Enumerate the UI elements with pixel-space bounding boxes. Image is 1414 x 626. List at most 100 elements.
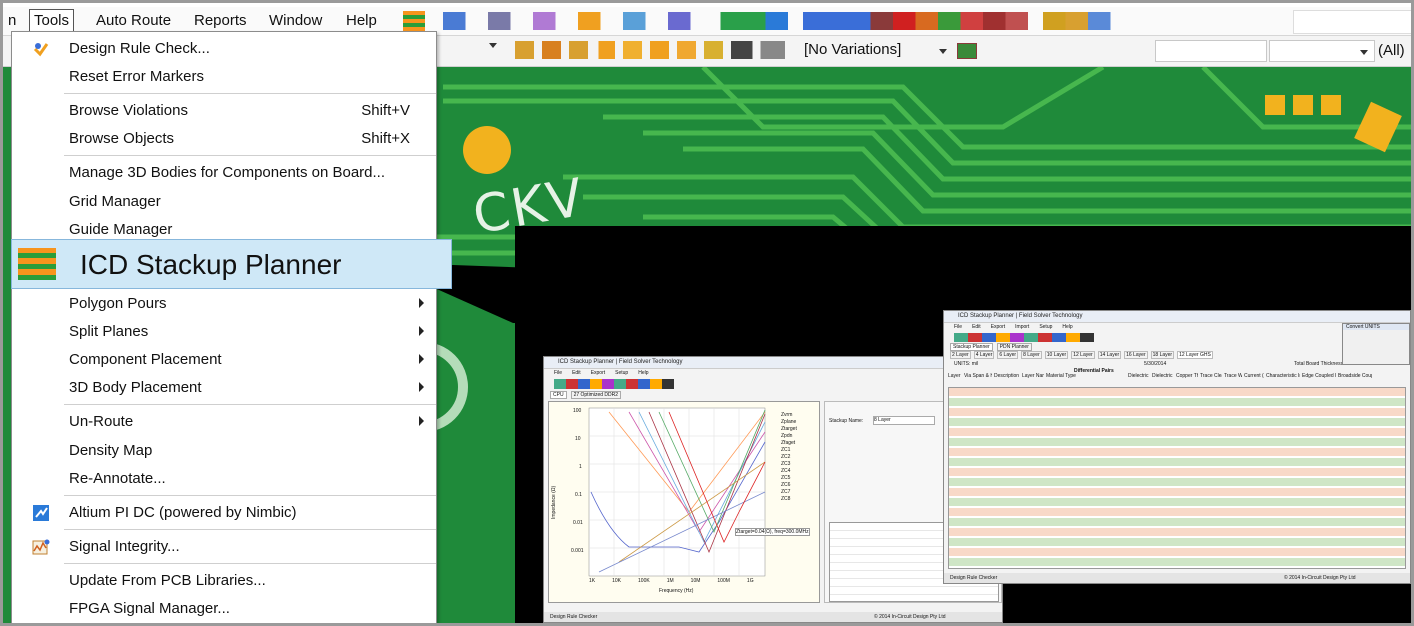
menu-item-altium-pi-dc[interactable]: Altium PI DC (powered by Nimbic)	[12, 499, 436, 527]
menu-item-label: ICD Stackup Planner	[80, 249, 342, 280]
column-header: Dielectric Constant	[1128, 373, 1150, 379]
tools-menu: Design Rule Check... Reset Error Markers…	[11, 31, 437, 623]
convert-units-dialog[interactable]: Convert UNITS	[1342, 323, 1410, 365]
legend-item: ZC6	[781, 482, 791, 488]
tab-stackup-planner[interactable]: Stackup Planner	[950, 343, 993, 351]
variations-dropdown[interactable]: [No Variations]	[800, 39, 950, 61]
menu-item-3d-body-placement[interactable]: 3D Body Placement	[12, 374, 436, 402]
menu-item-re-annotate[interactable]: Re-Annotate...	[12, 465, 436, 493]
menu-tools[interactable]: Tools	[29, 9, 75, 33]
menu-item-label: Guide Manager	[69, 221, 173, 238]
layer-tab[interactable]: 16 Layer	[1124, 351, 1148, 359]
menu-import[interactable]: Import	[1015, 324, 1029, 330]
menu-auto-route[interactable]: Auto Route	[96, 12, 171, 29]
status-text: Design Rule Checker	[550, 614, 598, 620]
tab-cpu[interactable]: CPU	[550, 391, 567, 399]
chevron-down-icon[interactable]	[939, 49, 947, 54]
layer-tab[interactable]: 2 Layer	[950, 351, 971, 359]
status-bar: Design Rule Checker © 2014 In-Circuit De…	[944, 573, 1410, 583]
menu-item-label: Manage 3D Bodies for Components on Board…	[69, 164, 386, 181]
legend-item: ZC3	[781, 461, 791, 467]
menu-item-label: Altium PI DC (powered by Nimbic)	[69, 504, 297, 521]
menu-help[interactable]: Help	[1062, 324, 1072, 330]
stackup-name-field[interactable]: 8 Layer	[873, 416, 935, 425]
layer-tab[interactable]: 10 Layer	[1044, 351, 1069, 359]
menu-item-label: Component Placement	[69, 351, 222, 368]
menu-window[interactable]: Window	[269, 12, 322, 29]
layer-tab[interactable]: 14 Layer	[1097, 351, 1122, 359]
filter-all-label[interactable]: (All)	[1378, 42, 1405, 59]
layer-tab[interactable]: 12 Layer GHS	[1177, 351, 1213, 359]
stackup-icon[interactable]	[403, 11, 425, 31]
menu-item-design-rule-check[interactable]: Design Rule Check...	[12, 35, 436, 63]
menu-separator	[64, 563, 436, 564]
submenu-arrow-icon	[419, 354, 424, 364]
menu-item-component-placement[interactable]: Component Placement	[12, 346, 436, 374]
menu-item-un-route[interactable]: Un-Route	[12, 408, 436, 436]
menu-help[interactable]: Help	[346, 12, 377, 29]
layer-tab[interactable]: 18 Layer	[1150, 351, 1175, 359]
window-tabs: CPU 27 Optimized DDR2	[550, 391, 622, 399]
menu-export[interactable]: Export	[991, 324, 1005, 330]
window-toolbar[interactable]	[954, 333, 1094, 342]
menu-item-reset-error-markers[interactable]: Reset Error Markers	[12, 63, 436, 91]
menu-item-browse-violations[interactable]: Browse Violations Shift+V	[12, 97, 436, 125]
tab-pdn-planner[interactable]: PDN Planner	[996, 343, 1032, 351]
chevron-down-icon[interactable]	[489, 43, 497, 48]
menu-setup[interactable]: Setup	[615, 370, 628, 376]
menu-item-grid-manager[interactable]: Grid Manager	[12, 188, 436, 216]
legend-item: ZC4	[781, 468, 791, 474]
submenu-arrow-icon	[419, 326, 424, 336]
main-toolbar[interactable]	[443, 12, 1193, 30]
x-ticks: 1K 10K 100K 1M 10M 100M 1G	[589, 578, 754, 584]
menu-item-label: Grid Manager	[69, 193, 161, 210]
chart-cursor-label: Ztarget=0.04(Ω), freq=300.0MHz	[735, 528, 810, 536]
menu-separator	[64, 529, 436, 530]
copyright-text: © 2014 In-Circuit Design Pty Ltd	[874, 614, 946, 620]
window-toolbar[interactable]	[554, 379, 674, 389]
menu-help[interactable]: Help	[638, 370, 648, 376]
placement-tools[interactable]	[515, 41, 785, 59]
menu-item-icd-stackup-planner[interactable]: ICD Stackup Planner	[11, 239, 452, 289]
window-menubar: File Edit Export Import Setup Help	[954, 324, 1073, 330]
menu-item-update-from-pcb-libraries[interactable]: Update From PCB Libraries...	[12, 567, 436, 595]
board-icon[interactable]	[957, 43, 977, 59]
menu-item-shortcut: Shift+X	[361, 130, 410, 147]
pdn-planner-window[interactable]: ICD Stackup Planner | Field Solver Techn…	[543, 356, 1003, 623]
chevron-down-icon[interactable]	[1360, 50, 1368, 55]
layer-tab[interactable]: 4 Layer	[973, 351, 995, 359]
tab-ddr2[interactable]: 27 Optimized DDR2	[570, 391, 622, 399]
layer-tab[interactable]: 6 Layer	[997, 351, 1019, 359]
menu-item-browse-objects[interactable]: Browse Objects Shift+X	[12, 125, 436, 153]
menu-item-split-planes[interactable]: Split Planes	[12, 318, 436, 346]
menu-item-fpga-signal-manager[interactable]: FPGA Signal Manager...	[12, 595, 436, 623]
impedance-plot	[588, 407, 766, 577]
impedance-chart: Impedance (Ω) Frequency (Hz) 100 10 1 0.…	[548, 401, 820, 603]
stackup-planner-window[interactable]: ICD Stackup Planner | Field Solver Techn…	[943, 310, 1411, 584]
stackup-table[interactable]	[948, 387, 1406, 569]
menu-item-manage-3d-bodies[interactable]: Manage 3D Bodies for Components on Board…	[12, 159, 436, 187]
status-text: Design Rule Checker	[950, 575, 998, 581]
filter-dropdown-1[interactable]	[1155, 40, 1267, 62]
menu-item-polygon-pours[interactable]: Polygon Pours	[12, 290, 436, 318]
date-label: 5/30/2014	[1144, 361, 1167, 367]
status-bar: Design Rule Checker © 2014 In-Circuit De…	[544, 612, 1002, 622]
menu-file[interactable]: File	[554, 370, 562, 376]
menu-reports[interactable]: Reports	[194, 12, 247, 29]
menu-edit[interactable]: Edit	[572, 370, 581, 376]
menu-item-label: Update From PCB Libraries...	[69, 572, 266, 589]
menu-file[interactable]: File	[954, 324, 962, 330]
menu-export[interactable]: Export	[591, 370, 605, 376]
window-title: ICD Stackup Planner | Field Solver Techn…	[544, 357, 1002, 369]
column-header: Material Type	[1046, 373, 1076, 379]
layer-tab[interactable]: 12 Layer	[1071, 351, 1095, 359]
column-header: Trace Width	[1224, 373, 1242, 379]
menu-item-partial[interactable]: n	[8, 12, 16, 29]
menu-edit[interactable]: Edit	[972, 324, 981, 330]
menu-item-signal-integrity[interactable]: Signal Integrity...	[12, 533, 436, 561]
window-title: ICD Stackup Planner | Field Solver Techn…	[944, 311, 1410, 323]
toolbar-empty-field[interactable]	[1293, 10, 1411, 34]
menu-setup[interactable]: Setup	[1039, 324, 1052, 330]
menu-item-density-map[interactable]: Density Map	[12, 437, 436, 465]
layer-tab[interactable]: 8 Layer	[1021, 351, 1042, 359]
